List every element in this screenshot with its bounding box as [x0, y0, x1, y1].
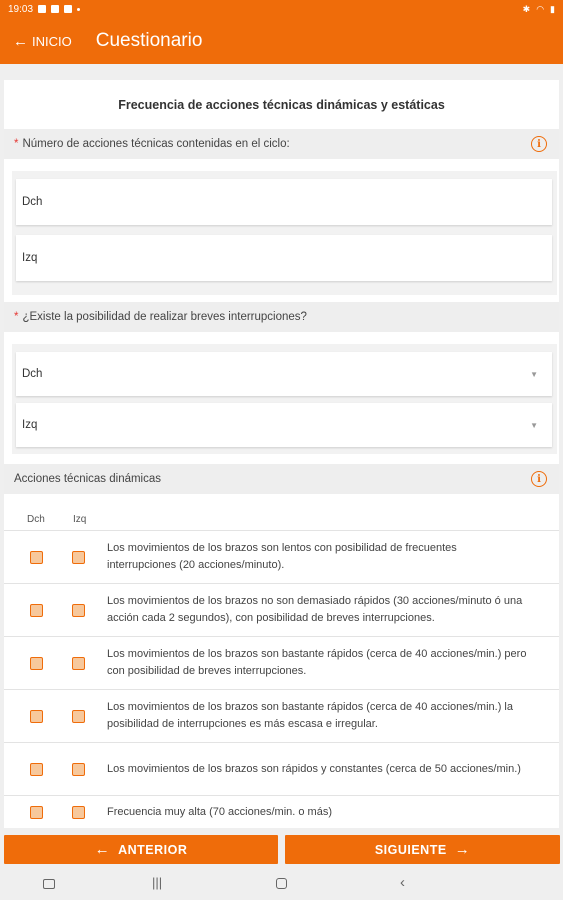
- question-label: Número de acciones técnicas contenidas e…: [22, 138, 290, 150]
- field-label: Dch: [22, 196, 43, 208]
- dch-checkbox[interactable]: [30, 709, 43, 723]
- izq-interruptions-select[interactable]: Izq ▼: [16, 403, 552, 447]
- status-bar: 19:03 ✱ ◠ ▮: [0, 0, 563, 18]
- back-label: INICIO: [32, 33, 72, 49]
- info-icon[interactable]: i: [531, 136, 547, 152]
- option-text: Los movimientos de los brazos son bastan…: [107, 701, 513, 730]
- message-icon: [64, 5, 73, 13]
- col-dch: Dch: [27, 514, 45, 525]
- arrow-left-icon: ←: [13, 32, 28, 50]
- recent-apps-icon[interactable]: |||: [152, 875, 162, 890]
- battery-icon: ▮: [550, 3, 555, 14]
- chevron-down-icon: ▼: [530, 420, 538, 430]
- question-actions-count: * Número de acciones técnicas contenidas…: [4, 129, 559, 159]
- arrow-left-icon: ←: [94, 841, 111, 858]
- izq-checkbox[interactable]: [72, 550, 85, 564]
- option-text: Los movimientos de los brazos son rápido…: [107, 762, 521, 775]
- home-icon[interactable]: [276, 878, 287, 889]
- wifi-icon: ◠: [536, 3, 545, 14]
- izq-checkbox[interactable]: [72, 709, 85, 723]
- chevron-down-icon: ▼: [530, 369, 538, 379]
- app-bar: ← INICIO Cuestionario: [0, 18, 563, 64]
- page-title: Cuestionario: [95, 30, 203, 51]
- section-title: Frecuencia de acciones técnicas dinámica…: [118, 98, 445, 112]
- option-text: Frecuencia muy alta (70 acciones/min. o …: [107, 805, 332, 818]
- izq-checkbox[interactable]: [72, 762, 85, 776]
- system-navigation-bar: ||| ‹: [0, 868, 563, 900]
- questionnaire-card: Frecuencia de acciones técnicas dinámica…: [4, 80, 559, 828]
- back-button[interactable]: ← INICIO: [0, 33, 72, 50]
- status-time: 19:03: [8, 3, 34, 15]
- question-interruptions: * ¿Existe la posibilidad de realizar bre…: [4, 302, 559, 332]
- required-mark: *: [14, 311, 19, 323]
- bluetooth-icon: ✱: [522, 3, 531, 14]
- required-mark: *: [14, 138, 19, 150]
- dch-checkbox[interactable]: [30, 550, 43, 564]
- interruptions-selects: Dch ▼ Izq ▼: [12, 344, 557, 454]
- notification-icon: [38, 5, 47, 13]
- izq-count-input[interactable]: Izq: [16, 235, 552, 281]
- option-text: Los movimientos de los brazos no son dem…: [107, 595, 523, 624]
- dch-checkbox[interactable]: [30, 656, 43, 670]
- actions-count-fields: Dch Izq: [12, 171, 557, 295]
- next-label: SIGUIENTE: [374, 842, 447, 857]
- izq-checkbox[interactable]: [72, 656, 85, 670]
- list-item: Los movimientos de los brazos son lentos…: [4, 530, 559, 583]
- dynamic-actions-label: Acciones técnicas dinámicas: [14, 473, 162, 485]
- previous-button[interactable]: ← ANTERIOR: [4, 835, 278, 864]
- list-item: Los movimientos de los brazos son bastan…: [4, 636, 559, 689]
- keyboard-icon[interactable]: [43, 879, 55, 889]
- list-item: Los movimientos de los brazos no son dem…: [4, 583, 559, 636]
- navigation-buttons: ← ANTERIOR SIGUIENTE →: [0, 835, 563, 864]
- select-value: Izq: [22, 419, 38, 431]
- option-text: Los movimientos de los brazos son bastan…: [107, 648, 527, 677]
- select-value: Dch: [22, 368, 43, 380]
- field-label: Izq: [22, 252, 38, 264]
- more-notifications-icon: [77, 7, 81, 11]
- dch-interruptions-select[interactable]: Dch ▼: [16, 352, 552, 396]
- back-nav-icon[interactable]: ‹: [400, 874, 405, 891]
- next-button[interactable]: SIGUIENTE →: [285, 835, 560, 864]
- dch-checkbox[interactable]: [30, 805, 43, 819]
- izq-checkbox[interactable]: [72, 603, 85, 617]
- dynamic-actions-header: Acciones técnicas dinámicas i: [4, 464, 559, 494]
- list-item: Los movimientos de los brazos son bastan…: [4, 689, 559, 742]
- arrow-right-icon: →: [454, 841, 471, 858]
- dch-checkbox[interactable]: [30, 762, 43, 776]
- info-icon[interactable]: i: [531, 471, 547, 487]
- list-item: Frecuencia muy alta (70 acciones/min. o …: [4, 795, 559, 828]
- dch-checkbox[interactable]: [30, 603, 43, 617]
- izq-checkbox[interactable]: [72, 805, 85, 819]
- col-izq: Izq: [73, 514, 87, 525]
- question-label: ¿Existe la posibilidad de realizar breve…: [22, 311, 307, 323]
- previous-label: ANTERIOR: [118, 842, 188, 857]
- list-item: Los movimientos de los brazos son rápido…: [4, 742, 559, 795]
- dch-count-input[interactable]: Dch: [16, 179, 552, 225]
- gallery-icon: [51, 5, 60, 13]
- option-text: Los movimientos de los brazos son lentos…: [107, 542, 457, 571]
